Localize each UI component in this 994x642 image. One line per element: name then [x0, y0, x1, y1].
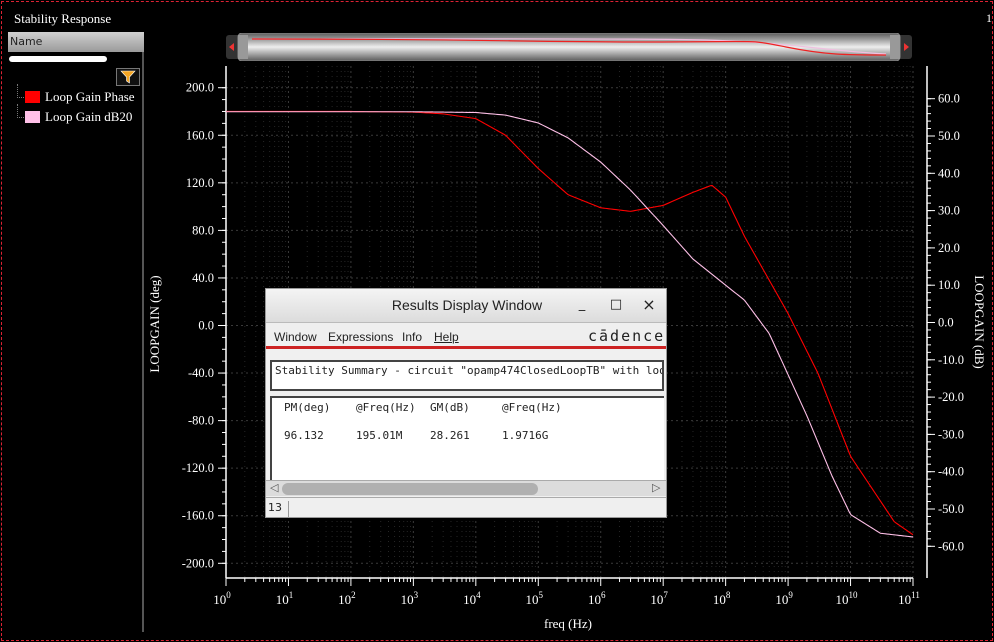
- x-tick-label: 101: [276, 590, 294, 607]
- x-tick-label: 1010: [836, 590, 859, 607]
- y-left-tick-label: -160.0: [182, 509, 214, 523]
- x-tick-label: 107: [650, 590, 668, 607]
- menu-info[interactable]: Info: [402, 330, 422, 344]
- value-gm-freq: 1.9716G: [502, 429, 549, 442]
- value-gm: 28.261: [430, 429, 470, 442]
- results-display-dialog[interactable]: Results Display Window _ □ × Window Expr…: [265, 288, 667, 518]
- x-tick-label: 105: [526, 590, 544, 607]
- x-tick-label: 108: [713, 590, 731, 607]
- y-right-tick-label: 0.0: [938, 316, 954, 330]
- summary-text: Stability Summary - circuit "opamp474Clo…: [275, 364, 664, 377]
- x-tick-label: 1011: [898, 590, 920, 607]
- x-tick-label: 102: [338, 590, 356, 607]
- maximize-button[interactable]: □: [608, 297, 624, 312]
- close-button[interactable]: ×: [641, 295, 657, 314]
- y-right-tick-label: -20.0: [938, 390, 964, 404]
- summary-field[interactable]: Stability Summary - circuit "opamp474Clo…: [270, 360, 664, 391]
- y-right-tick-label: -30.0: [938, 427, 964, 441]
- y-right-tick-label: -40.0: [938, 465, 964, 479]
- y-left-tick-label: -120.0: [182, 461, 214, 475]
- y-right-tick-label: 40.0: [938, 166, 960, 180]
- header-gm-freq: @Freq(Hz): [502, 401, 562, 414]
- x-tick-label: 106: [588, 590, 606, 607]
- scroll-right-icon[interactable]: ▷: [652, 481, 660, 494]
- y-axis-label-left: LOOPGAIN (deg): [147, 275, 162, 372]
- menu-expressions[interactable]: Expressions: [328, 330, 393, 344]
- x-tick-label: 103: [401, 590, 419, 607]
- y-left-tick-label: 160.0: [186, 128, 214, 142]
- y-right-tick-label: 10.0: [938, 278, 960, 292]
- y-axis-label-right: LOOPGAIN (dB): [972, 275, 987, 369]
- dialog-menubar: Window Expressions Info Help cādence: [266, 323, 666, 349]
- dialog-titlebar[interactable]: Results Display Window _ □ ×: [266, 289, 666, 323]
- horizontal-scrollbar[interactable]: ◁ ▷: [266, 480, 666, 496]
- y-left-tick-label: 0.0: [198, 319, 214, 333]
- scrollbar-thumb[interactable]: [282, 483, 538, 495]
- status-bar: 13: [266, 497, 666, 517]
- y-left-tick-label: 80.0: [192, 223, 214, 237]
- value-pm: 96.132: [284, 429, 324, 442]
- menu-window[interactable]: Window: [274, 330, 317, 344]
- x-tick-label: 109: [775, 590, 793, 607]
- menu-help[interactable]: Help: [434, 330, 459, 344]
- header-gm: GM(dB): [430, 401, 470, 414]
- cadence-logo: cādence: [588, 327, 666, 345]
- x-axis-label: freq (Hz): [544, 616, 592, 631]
- y-left-tick-label: 40.0: [192, 271, 214, 285]
- x-tick-label: 104: [463, 590, 481, 607]
- x-tick-label: 100: [213, 590, 231, 607]
- y-left-tick-label: -80.0: [188, 414, 214, 428]
- y-left-tick-label: -40.0: [188, 366, 214, 380]
- status-line-number: 13: [268, 501, 289, 517]
- y-right-tick-label: 30.0: [938, 204, 960, 218]
- value-pm-freq: 195.01M: [356, 429, 403, 442]
- y-left-tick-label: -200.0: [182, 556, 214, 570]
- y-right-tick-label: 50.0: [938, 129, 960, 143]
- header-pm: PM(deg): [284, 401, 331, 414]
- y-left-tick-label: 120.0: [186, 176, 214, 190]
- scroll-left-icon[interactable]: ◁: [270, 481, 278, 494]
- y-right-tick-label: 20.0: [938, 241, 960, 255]
- header-pm-freq: @Freq(Hz): [356, 401, 416, 414]
- y-right-tick-label: -50.0: [938, 502, 964, 516]
- y-right-tick-label: 60.0: [938, 92, 960, 106]
- results-table[interactable]: PM(deg) @Freq(Hz) GM(dB) @Freq(Hz) 96.13…: [270, 396, 664, 482]
- minimize-button[interactable]: _: [574, 297, 590, 312]
- y-left-tick-label: 200.0: [186, 81, 214, 95]
- y-right-tick-label: -60.0: [938, 539, 964, 553]
- y-right-tick-label: -10.0: [938, 353, 964, 367]
